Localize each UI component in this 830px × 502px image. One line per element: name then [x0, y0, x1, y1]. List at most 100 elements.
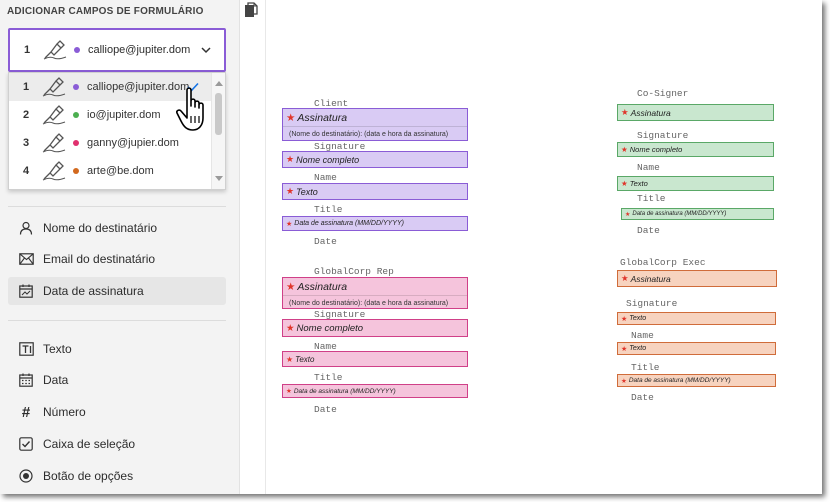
- field-date[interactable]: Data: [8, 366, 226, 394]
- hand-pointer-cursor-icon: [176, 87, 204, 131]
- required-star-icon: ★: [286, 220, 293, 228]
- cosigner-date-field[interactable]: ★ Data de assinatura (MM/DD/YYYY): [621, 208, 774, 220]
- client-signature-field[interactable]: ★ Assinatura (Nome do destinatário): (dat…: [282, 108, 468, 141]
- field-placeholder: Data de assinatura (MM/DD/YYYY): [293, 387, 396, 395]
- recipient-color-dot: [73, 168, 79, 174]
- required-star-icon: ★: [621, 345, 628, 353]
- required-star-icon: ★: [621, 273, 629, 283]
- envelope-icon: [18, 251, 34, 267]
- sidebar-divider: [8, 206, 226, 207]
- field-checkbox[interactable]: Caixa de seleção: [8, 430, 226, 458]
- chevron-down-icon[interactable]: [200, 45, 212, 55]
- field-caption: Title: [637, 193, 666, 204]
- globalcorp-rep-signature-field[interactable]: ★ Assinatura (Nome do destinatário): (dat…: [282, 277, 468, 309]
- recipient-number: 2: [23, 109, 30, 121]
- document-canvas: Client ★ Assinatura (Nome do destinatário…: [265, 0, 822, 494]
- field-placeholder: Texto: [629, 179, 648, 188]
- field-label: Caixa de seleção: [43, 437, 136, 451]
- globalcorp-rep-date-field[interactable]: ★ Data de assinatura (MM/DD/YYYY): [282, 384, 468, 398]
- field-caption: Title: [631, 362, 660, 373]
- recipient-number: 1: [24, 44, 31, 56]
- field-number[interactable]: # Número: [8, 398, 226, 426]
- checkbox-icon: [18, 436, 34, 452]
- globalcorp-exec-name-field[interactable]: ★ Texto: [617, 312, 776, 325]
- pen-signature-icon: [42, 161, 66, 181]
- field-caption: Date: [314, 404, 337, 415]
- scrollbar-thumb[interactable]: [215, 93, 222, 135]
- sidebar-divider: [8, 320, 226, 321]
- client-name-field[interactable]: ★ Nome completo: [282, 151, 468, 168]
- client-title-field[interactable]: ★ Texto: [282, 183, 468, 200]
- required-star-icon: ★: [286, 280, 296, 293]
- sidebar-title: ADICIONAR CAMPOS DE FORMULÁRIO: [7, 6, 204, 17]
- field-placeholder: Assinatura: [630, 273, 671, 284]
- field-caption: Date: [637, 225, 660, 236]
- pen-signature-icon: [43, 40, 67, 60]
- recipient-option[interactable]: 4 arte@be.dom: [9, 157, 225, 185]
- recipient-color-dot: [73, 140, 79, 146]
- globalcorp-exec-signature-field[interactable]: ★ Assinatura: [617, 270, 777, 287]
- field-caption: Name: [314, 172, 337, 183]
- field-placeholder: Texto: [295, 354, 315, 364]
- recipient-number: 4: [23, 165, 30, 177]
- required-star-icon: ★: [621, 145, 628, 154]
- field-recipient-name[interactable]: Nome do destinatário: [8, 214, 226, 242]
- field-caption: Signature: [637, 130, 689, 141]
- section-heading: GlobalCorp Rep: [314, 266, 394, 277]
- section-heading: GlobalCorp Exec: [620, 257, 706, 268]
- field-radio-button[interactable]: Botão de opções: [8, 462, 226, 490]
- required-star-icon: ★: [286, 111, 296, 124]
- recipient-selector[interactable]: 1 calliope@jupiter.dom: [8, 28, 226, 72]
- sidebar: ADICIONAR CAMPOS DE FORMULÁRIO 1 calliop…: [0, 0, 240, 494]
- globalcorp-exec-date-field[interactable]: ★ Data de assinatura (MM/DD/YYYY): [617, 374, 776, 387]
- globalcorp-rep-name-field[interactable]: ★ Nome completo: [282, 319, 468, 337]
- field-placeholder: Assinatura: [630, 107, 671, 118]
- globalcorp-rep-title-field[interactable]: ★ Texto: [282, 351, 468, 367]
- required-star-icon: ★: [625, 211, 631, 218]
- recipient-color-dot: [74, 47, 80, 53]
- field-placeholder: Nome completo: [296, 322, 364, 334]
- pen-signature-icon: [42, 133, 66, 153]
- app-frame: ADICIONAR CAMPOS DE FORMULÁRIO 1 calliop…: [0, 0, 822, 494]
- field-caption: Date: [631, 392, 654, 403]
- recipient-email: ganny@jupier.dom: [87, 137, 179, 149]
- hash-icon: #: [21, 403, 31, 421]
- section-heading: Co-Signer: [637, 88, 689, 99]
- field-label: Data: [43, 373, 69, 387]
- field-placeholder: Texto: [629, 345, 647, 352]
- cosigner-signature-field[interactable]: ★ Assinatura: [617, 104, 774, 121]
- field-caption: Name: [637, 162, 660, 173]
- field-label: Botão de opções: [43, 469, 134, 483]
- recipient-email: io@jupiter.dom: [87, 109, 161, 121]
- copy-pages-icon[interactable]: [244, 2, 258, 18]
- field-placeholder: Assinatura: [297, 111, 348, 124]
- field-placeholder: Assinatura: [297, 280, 348, 293]
- scroll-up-arrow-icon[interactable]: [215, 81, 223, 86]
- required-star-icon: ★: [286, 186, 295, 196]
- client-date-field[interactable]: ★ Data de assinatura (MM/DD/YYYY): [282, 216, 468, 231]
- recipient-email: calliope@jupiter.dom: [88, 44, 191, 56]
- field-signature-date[interactable]: Data de assinatura: [8, 277, 226, 305]
- pen-signature-icon: [42, 77, 66, 97]
- scroll-down-arrow-icon[interactable]: [215, 176, 223, 181]
- field-label: Nome do destinatário: [43, 221, 158, 235]
- field-caption: Title: [314, 372, 343, 383]
- required-star-icon: ★: [286, 388, 292, 395]
- radio-icon: [18, 468, 34, 484]
- recipient-email: calliope@jupiter.dom: [87, 81, 190, 93]
- cosigner-title-field[interactable]: ★ Texto: [617, 176, 774, 191]
- field-label: Email do destinatário: [43, 252, 156, 266]
- field-placeholder: Texto: [296, 186, 318, 197]
- recipient-color-dot: [73, 112, 79, 118]
- field-placeholder: Data de assinatura (MM/DD/YYYY): [628, 377, 731, 384]
- field-caption: Title: [314, 204, 343, 215]
- field-caption: Signature: [626, 298, 678, 309]
- globalcorp-exec-title-field[interactable]: ★ Texto: [617, 342, 776, 355]
- field-text[interactable]: Texto: [8, 335, 226, 363]
- cosigner-name-field[interactable]: ★ Nome completo: [617, 142, 774, 157]
- field-recipient-email[interactable]: Email do destinatário: [8, 245, 226, 273]
- field-placeholder: Data de assinatura (MM/DD/YYYY): [632, 211, 727, 217]
- required-star-icon: ★: [621, 179, 628, 188]
- required-star-icon: ★: [621, 107, 629, 117]
- required-star-icon: ★: [621, 315, 628, 323]
